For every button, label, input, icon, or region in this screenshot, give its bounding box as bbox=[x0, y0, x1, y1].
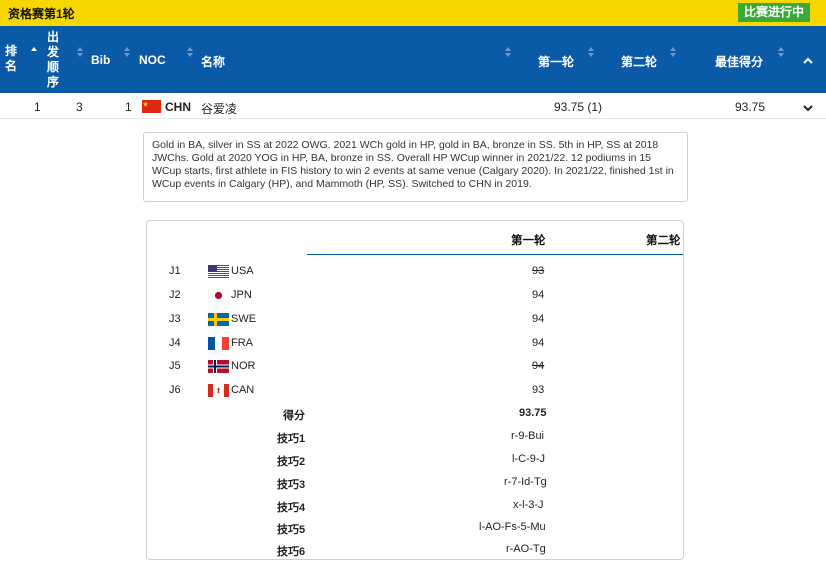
table-row[interactable]: 1 3 1 CHN 谷爱凌 93.75 (1) 93.75 bbox=[0, 93, 826, 119]
judge-noc: USA bbox=[231, 265, 254, 277]
score-label: 得分 bbox=[283, 410, 305, 422]
judge-score: 93 bbox=[532, 384, 545, 396]
trick-label: 技巧6 bbox=[277, 546, 306, 558]
flag-usa-icon bbox=[208, 265, 229, 281]
score-value: 93.75 bbox=[519, 407, 547, 419]
detail-run2-header: 第二轮 bbox=[646, 235, 681, 247]
column-rank[interactable]: 排名 bbox=[5, 44, 19, 74]
results-table-header: 排名 出发顺序 Bib NOC 名称 第一轮 第二轮 最佳得分 bbox=[0, 26, 826, 93]
flag-nor-icon bbox=[208, 360, 229, 376]
judge-id: J5 bbox=[169, 360, 181, 372]
judge-noc: SWE bbox=[231, 313, 257, 325]
athlete-start-order: 3 bbox=[76, 100, 83, 114]
column-bib[interactable]: Bib bbox=[91, 53, 110, 67]
judge-row: J6 CAN 93 bbox=[147, 383, 683, 399]
athlete-rank: 1 bbox=[34, 100, 41, 114]
trick-label: 技巧4 bbox=[277, 502, 306, 514]
judge-score: 93 bbox=[532, 265, 545, 277]
judge-noc: JPN bbox=[231, 289, 252, 301]
sort-start-order-icon[interactable] bbox=[77, 47, 83, 57]
sort-run1-icon[interactable] bbox=[588, 47, 594, 57]
sort-rank-icon[interactable] bbox=[31, 47, 37, 57]
athlete-name: 谷爱凌 bbox=[201, 102, 238, 116]
sort-run2-icon[interactable] bbox=[670, 47, 676, 57]
judge-row: J4 FRA 94 bbox=[147, 336, 683, 352]
trick-label: 技巧1 bbox=[277, 433, 306, 445]
flag-swe-icon bbox=[208, 313, 229, 329]
chevron-down-icon[interactable] bbox=[802, 102, 814, 116]
trick-label: 技巧5 bbox=[277, 524, 306, 536]
judge-row: J1 USA 93 bbox=[147, 264, 683, 280]
judge-score: 94 bbox=[532, 337, 545, 349]
trick-value: r-AO-Tg bbox=[506, 543, 546, 555]
judge-id: J6 bbox=[169, 384, 181, 396]
sort-bib-icon[interactable] bbox=[124, 47, 130, 57]
judge-row: J2 JPN 94 bbox=[147, 288, 683, 304]
judge-row: J3 SWE 94 bbox=[147, 312, 683, 328]
judge-score: 94 bbox=[532, 313, 545, 325]
athlete-run1: 93.75 (1) bbox=[554, 100, 603, 114]
judge-score: 94 bbox=[532, 360, 545, 372]
trick-value: r-7-Id-Tg bbox=[504, 476, 547, 488]
judge-id: J1 bbox=[169, 265, 181, 277]
header-divider bbox=[307, 254, 683, 255]
sort-noc-icon[interactable] bbox=[187, 47, 193, 57]
column-name[interactable]: 名称 bbox=[201, 53, 225, 70]
flag-can-icon bbox=[208, 384, 229, 400]
column-rank-label: 排名 bbox=[5, 44, 18, 73]
flag-chn-icon bbox=[142, 100, 161, 113]
stage-bar: 资格赛第1轮 比赛进行中 bbox=[0, 0, 826, 26]
column-noc[interactable]: NOC bbox=[139, 53, 166, 67]
judge-row: J5 NOR 94 bbox=[147, 359, 683, 375]
judge-id: J2 bbox=[169, 289, 181, 301]
trick-value: l-C-9-J bbox=[512, 453, 545, 465]
live-badge: 比赛进行中 bbox=[737, 3, 810, 22]
trick-value: l-AO-Fs-5-Mu bbox=[479, 521, 546, 533]
athlete-best: 93.75 bbox=[735, 100, 766, 114]
judge-noc: FRA bbox=[231, 337, 253, 349]
judge-score: 94 bbox=[532, 289, 545, 301]
trick-label: 技巧3 bbox=[277, 479, 306, 491]
stage-title: 资格赛第1轮 bbox=[8, 7, 75, 21]
column-start-order[interactable]: 出发顺序 bbox=[47, 30, 61, 90]
column-start-order-label: 出发顺序 bbox=[47, 30, 60, 89]
athlete-bib: 1 bbox=[125, 100, 132, 114]
detail-run1-header: 第一轮 bbox=[511, 235, 546, 247]
judge-id: J3 bbox=[169, 313, 181, 325]
sort-name-icon[interactable] bbox=[505, 47, 511, 57]
judge-id: J4 bbox=[169, 337, 181, 349]
judges-panel: 第一轮 第二轮 J1 USA 93 J2 JPN 94 J3 SWE 94 J4… bbox=[146, 220, 684, 560]
trick-value: r-9-Bui bbox=[511, 430, 545, 442]
athlete-noc: CHN bbox=[165, 100, 191, 114]
chevron-up-icon[interactable] bbox=[802, 56, 814, 66]
athlete-bio: Gold in BA, silver in SS at 2022 OWG. 20… bbox=[143, 132, 688, 202]
judge-noc: CAN bbox=[231, 384, 255, 396]
trick-label: 技巧2 bbox=[277, 456, 306, 468]
judge-noc: NOR bbox=[231, 360, 256, 372]
sort-best-icon[interactable] bbox=[778, 47, 784, 57]
flag-jpn-icon bbox=[207, 288, 230, 305]
column-best[interactable]: 最佳得分 bbox=[715, 53, 763, 70]
column-run2[interactable]: 第二轮 bbox=[621, 53, 657, 70]
column-run1[interactable]: 第一轮 bbox=[538, 53, 574, 70]
trick-value: x-l-3-J bbox=[513, 499, 544, 511]
flag-fra-icon bbox=[208, 337, 229, 353]
